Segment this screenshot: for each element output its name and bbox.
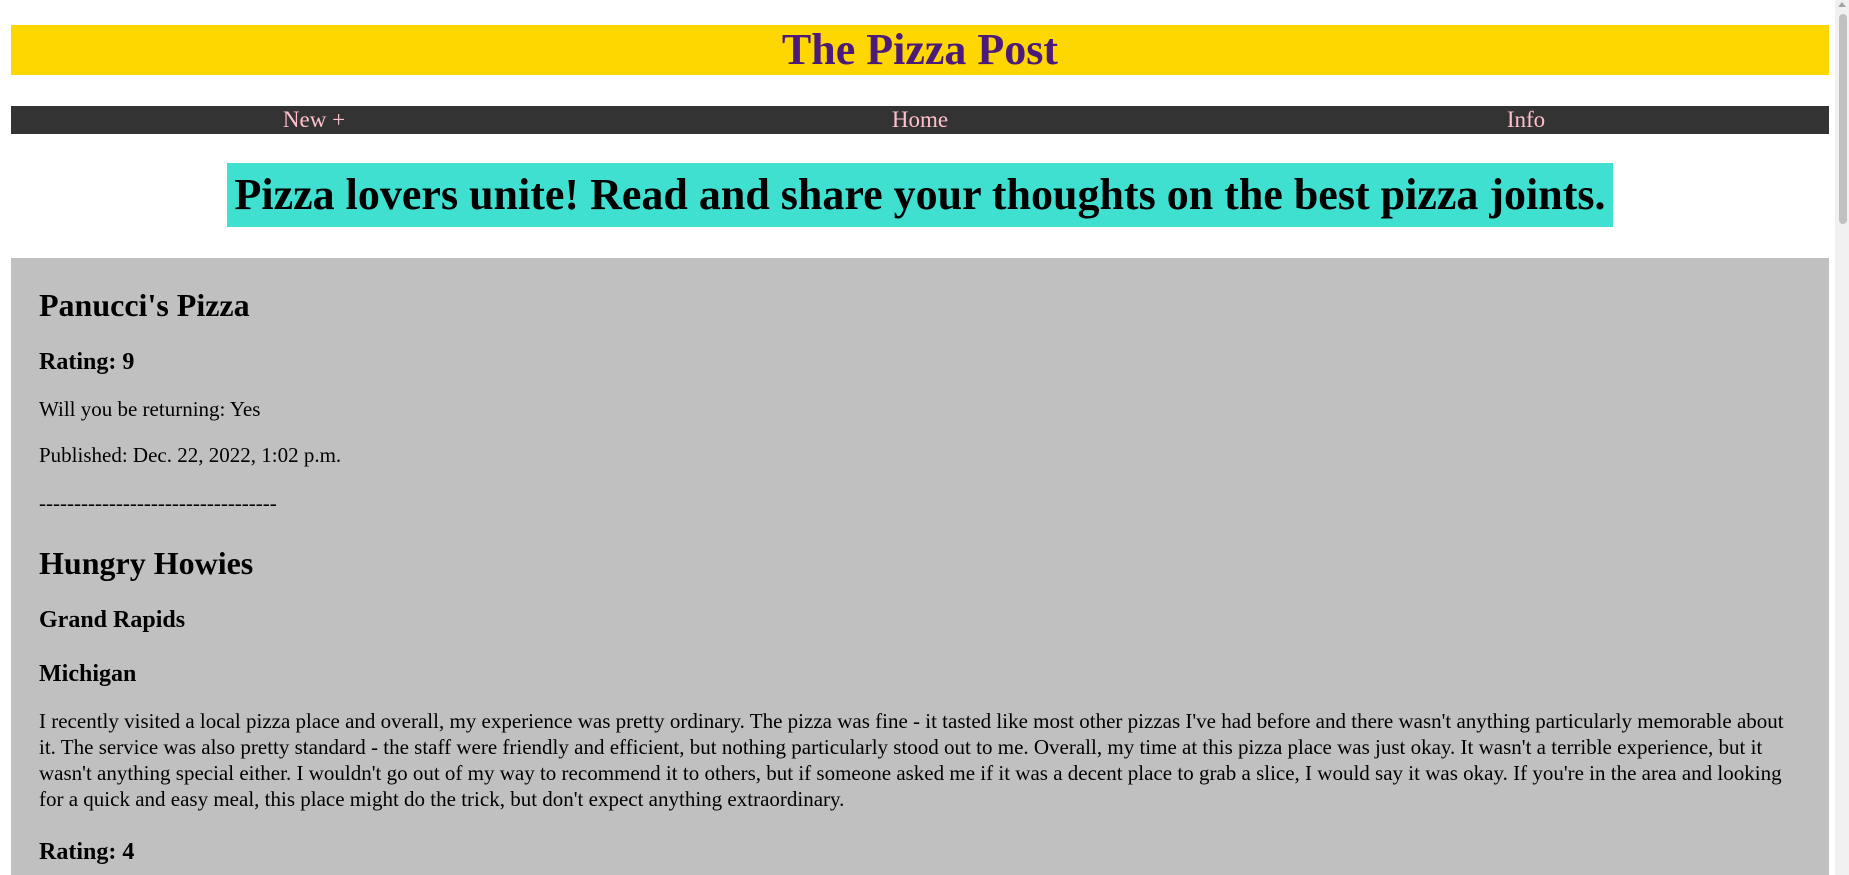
post-review: I recently visited a local pizza place a… — [39, 709, 1784, 811]
post-city: Grand Rapids — [39, 607, 186, 633]
post-rating: Rating: 4 — [39, 839, 135, 865]
nav-home-link[interactable]: Home — [617, 106, 1223, 134]
nav-info-link[interactable]: Info — [1223, 106, 1829, 134]
page-scrollbar[interactable] — [1835, 0, 1849, 875]
banner-heading: Pizza lovers unite! Read and share your … — [226, 163, 1614, 227]
post-returning: Will you be returning: Yes — [39, 397, 261, 421]
page: The Pizza Post New + Home Info Pizza lov… — [0, 0, 1849, 875]
nav-new-link[interactable]: New + — [11, 106, 617, 134]
scrollbar-thumb[interactable] — [1839, 14, 1847, 224]
post-published: Published: Dec. 22, 2022, 1:02 p.m. — [39, 443, 342, 467]
post-title: Panucci's Pizza — [39, 287, 250, 323]
posts-list: Panucci's Pizza Rating: 9 Will you be re… — [11, 258, 1829, 875]
post-item: Panucci's Pizza Rating: 9 Will you be re… — [39, 288, 1801, 516]
site-title: The Pizza Post — [11, 25, 1829, 75]
posts-inner: Panucci's Pizza Rating: 9 Will you be re… — [11, 288, 1829, 866]
post-item: Hungry Howies Grand Rapids Michigan I re… — [39, 546, 1801, 866]
nav-bar: New + Home Info — [11, 106, 1829, 134]
post-state: Michigan — [39, 661, 137, 687]
scroll-up-arrow-icon[interactable] — [1838, 2, 1846, 7]
post-title: Hungry Howies — [39, 545, 254, 581]
banner-container: Pizza lovers unite! Read and share your … — [11, 163, 1829, 227]
post-divider: ---------------------------------- — [39, 491, 277, 515]
post-rating: Rating: 9 — [39, 349, 135, 375]
